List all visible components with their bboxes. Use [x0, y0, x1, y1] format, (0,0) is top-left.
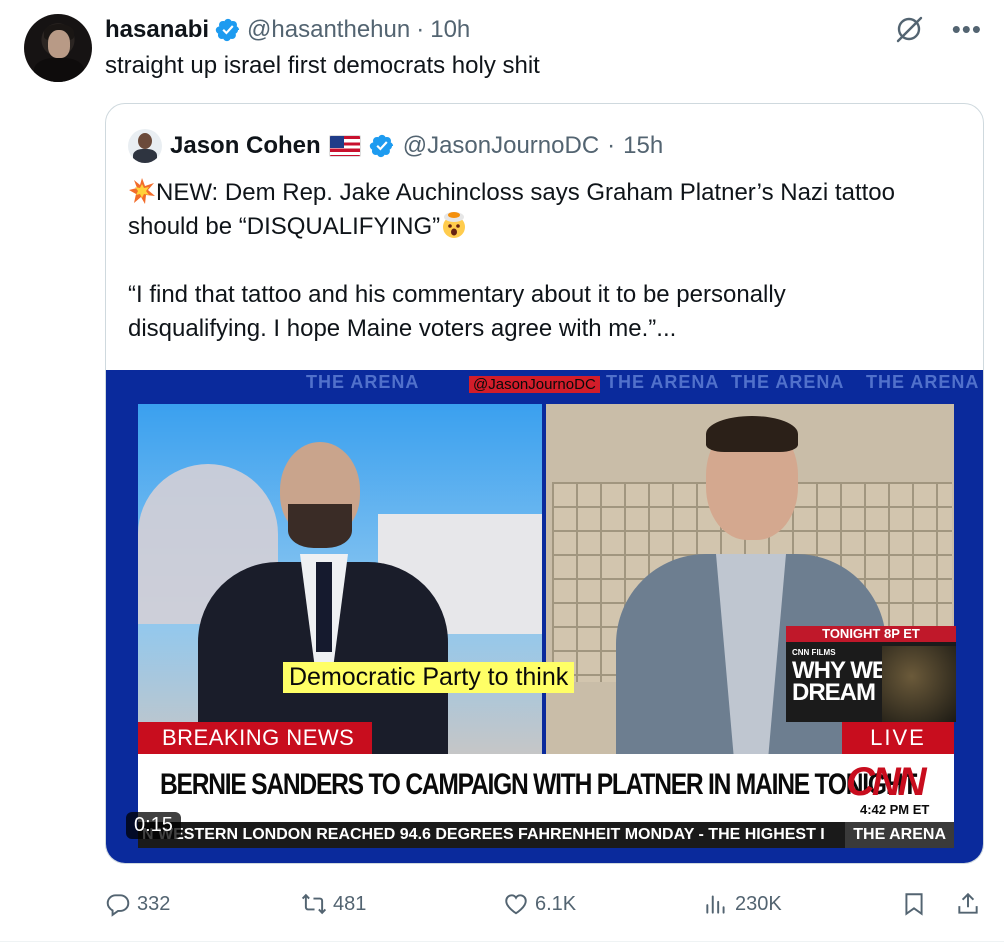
quote-line-4: disqualifying. I hope Maine voters agree…: [128, 315, 677, 342]
share-button[interactable]: [955, 886, 981, 922]
repost-icon: [301, 893, 327, 915]
promo-image: [882, 646, 956, 722]
background-text: THE ARENA: [866, 372, 980, 392]
anchor-beard: [288, 504, 352, 548]
verified-badge-icon: [215, 18, 240, 42]
repost-button[interactable]: 481: [301, 886, 366, 922]
share-icon: [958, 892, 978, 914]
broadcast-clock: 4:42 PM ET: [860, 802, 930, 817]
promo-title: WHY WE DREAM: [792, 659, 888, 706]
live-label: LIVE: [842, 722, 954, 754]
repost-count: 481: [333, 892, 367, 915]
view-count: 230K: [735, 892, 782, 915]
time-separator: ·: [416, 16, 425, 43]
like-count: 6.1K: [535, 892, 577, 915]
us-flag-icon: [328, 135, 361, 157]
quote-author-avatar[interactable]: [128, 129, 162, 163]
author-name[interactable]: hasanabi: [105, 16, 209, 44]
author-handle[interactable]: @hasanthehun: [247, 16, 410, 44]
video-player[interactable]: THE ARENA THE ARENA THE ARENA THE ARENA …: [106, 370, 983, 863]
quote-time-separator: ·: [607, 132, 616, 159]
news-ticker: N WESTERN LONDON REACHED 94.6 DEGREES FA…: [138, 822, 954, 848]
bookmark-icon: [905, 893, 923, 916]
promo-network: CNN FILMS: [792, 648, 836, 657]
quote-line-3: “I find that tattoo and his commentary a…: [128, 281, 786, 308]
cnn-logo: CNN: [846, 760, 927, 804]
quote-avatar-body: [133, 149, 157, 163]
quote-avatar-head: [138, 133, 152, 149]
views-icon: [706, 895, 725, 914]
quote-author-handle[interactable]: @JasonJournoDC: [403, 132, 599, 160]
quote-author-name[interactable]: Jason Cohen: [170, 132, 321, 160]
quote-header: Jason Cohen @JasonJournoDC · 15h: [128, 129, 663, 163]
avatar-face: [48, 30, 70, 58]
reply-button[interactable]: 332: [105, 886, 170, 922]
tweet-time[interactable]: 10h: [430, 16, 470, 44]
promo-title-line-2: DREAM: [792, 679, 876, 706]
quote-line-1: NEW: Dem Rep. Jake Auchincloss says Grah…: [156, 179, 895, 206]
breaking-news-label: BREAKING NEWS: [138, 722, 372, 754]
tweet-header: hasanabi @hasanthehun · 10h: [105, 14, 470, 46]
like-icon: [505, 894, 527, 915]
quote-text: NEW: Dem Rep. Jake Auchincloss says Grah…: [128, 176, 968, 346]
quote-line-2: should be “DISQUALIFYING”: [128, 213, 441, 240]
video-caption: Democratic Party to think: [283, 662, 575, 693]
avatar-body: [34, 58, 84, 82]
video-left-panel: [138, 404, 542, 756]
views-button[interactable]: 230K: [703, 886, 782, 922]
more-icon[interactable]: •••: [952, 16, 982, 42]
lower-third: BERNIE SANDERS TO CAMPAIGN WITH PLATNER …: [138, 754, 954, 822]
tweet-text: straight up israel first democrats holy …: [105, 52, 540, 79]
bookmark-button[interactable]: [901, 886, 927, 922]
background-text: THE ARENA: [606, 372, 720, 392]
author-avatar[interactable]: [24, 14, 92, 82]
exploding-head-emoji-icon: [443, 212, 466, 238]
promo-box: TONIGHT 8P ET CNN FILMS WHY WE DREAM: [786, 626, 956, 722]
reply-count: 332: [137, 892, 171, 915]
ticker-text: N WESTERN LONDON REACHED 94.6 DEGREES FA…: [142, 826, 825, 843]
video-watermark: @JasonJournoDC: [469, 376, 600, 393]
quote-line: should be “DISQUALIFYING”: [128, 210, 968, 244]
quoted-tweet[interactable]: Jason Cohen @JasonJournoDC · 15h NEW: De…: [105, 103, 984, 864]
video-duration: 0:15: [126, 812, 181, 839]
quote-time[interactable]: 15h: [623, 132, 663, 160]
grok-icon[interactable]: [894, 14, 924, 44]
quote-line: NEW: Dem Rep. Jake Auchincloss says Grah…: [128, 176, 968, 210]
top-actions: •••: [894, 14, 982, 44]
ticker-tag: THE ARENA: [845, 822, 954, 848]
action-bar: 332 481 6.1K 230K: [105, 886, 984, 922]
news-headline: BERNIE SANDERS TO CAMPAIGN WITH PLATNER …: [160, 768, 917, 801]
background-text: THE ARENA: [731, 372, 845, 392]
verified-badge-icon: [369, 134, 393, 158]
background-text: THE ARENA: [306, 372, 420, 392]
reply-icon: [106, 894, 130, 917]
like-button[interactable]: 6.1K: [503, 886, 576, 922]
guest-hair: [706, 416, 798, 452]
promo-header: TONIGHT 8P ET: [786, 626, 956, 642]
collision-emoji-icon: [129, 178, 155, 204]
anchor-tie: [316, 562, 332, 652]
